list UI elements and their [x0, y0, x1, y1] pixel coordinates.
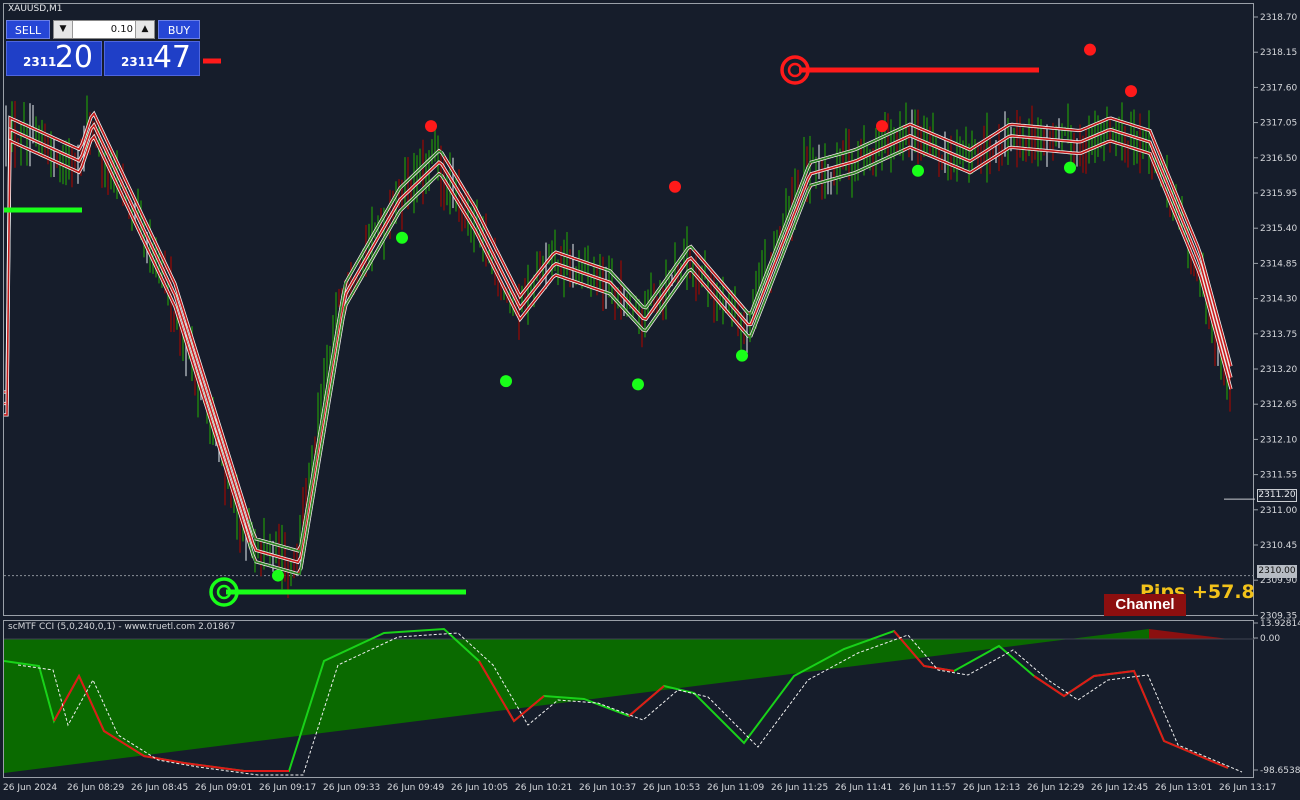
time-tick-label: 26 Jun 09:01 — [195, 783, 253, 793]
time-tick-label: 26 Jun 13:01 — [1155, 783, 1213, 793]
price-tick-label: 2310.45 — [1260, 541, 1297, 551]
time-tick-label: 26 Jun 10:05 — [451, 783, 509, 793]
ma-band-outline — [4, 133, 1233, 576]
time-tick-label: 26 Jun 11:09 — [707, 783, 765, 793]
buy-signal-dot — [632, 378, 644, 391]
time-tick-label: 26 Jun 09:17 — [259, 783, 317, 793]
price-tick-label: 2317.05 — [1260, 119, 1297, 129]
buy-price-pips: 47 — [152, 40, 191, 75]
time-tick-label: 26 Jun 12:45 — [1091, 783, 1149, 793]
time-tick-label: 26 Jun 10:53 — [643, 783, 701, 793]
buy-button[interactable]: BUY — [158, 20, 200, 39]
ma-band-line — [4, 135, 1232, 575]
ma-band-up — [248, 173, 445, 576]
sell-signal-dot — [876, 120, 888, 133]
buy-price-box[interactable]: 2311 47 — [104, 40, 200, 76]
buy-signal-dot — [272, 569, 284, 582]
price-tick-label: 2315.40 — [1260, 224, 1297, 234]
time-tick-label: 26 Jun 10:37 — [579, 783, 637, 793]
price-chart — [4, 43, 1255, 607]
buy-signal-dot — [500, 375, 512, 388]
time-tick-label: 26 Jun 11:57 — [899, 783, 957, 793]
cci-tick-label: -98.6538 — [1260, 766, 1300, 776]
buy-signal-dot — [912, 164, 924, 177]
cci-tick-label: 0.00 — [1260, 634, 1280, 644]
price-tick-label: 2315.95 — [1260, 189, 1297, 199]
time-tick-label: 26 Jun 11:41 — [835, 783, 893, 793]
lot-size-input[interactable]: ▼ 0.10 ▲ — [53, 20, 155, 39]
buy-price-prefix: 2311 — [121, 55, 155, 69]
cci-channel-fill-neg — [1149, 629, 1229, 639]
time-tick-label: 26 Jun 12:29 — [1027, 783, 1085, 793]
price-tick-label: 2314.85 — [1260, 259, 1297, 269]
price-tick-label: 2311.00 — [1260, 506, 1297, 516]
time-tick-label: 26 Jun 12:13 — [963, 783, 1021, 793]
ma-band-up — [743, 149, 904, 340]
sell-signal-dot — [669, 180, 681, 193]
level-price-label: 2310.00 — [1257, 565, 1297, 578]
time-tick-label: 26 Jun 10:21 — [515, 783, 573, 793]
price-tick-label: 2313.20 — [1260, 365, 1297, 375]
time-tick-label: 26 Jun 08:29 — [67, 783, 125, 793]
sell-signal-dot — [1125, 85, 1137, 98]
time-tick-label: 26 Jun 09:49 — [387, 783, 445, 793]
price-tick-label: 2317.60 — [1260, 83, 1297, 93]
price-tick-label: 2318.70 — [1260, 13, 1297, 23]
current-price-label: 2311.20 — [1257, 489, 1297, 502]
indicator-pane[interactable] — [3, 620, 1255, 778]
price-tick-label: 2313.75 — [1260, 330, 1297, 340]
time-tick-label: 26 Jun 11:25 — [771, 783, 829, 793]
price-tick-label: 2312.10 — [1260, 435, 1297, 445]
cci-indicator-chart — [3, 627, 1255, 776]
main-chart-pane[interactable] — [3, 3, 1255, 616]
cci-tick-label: 13.92814 — [1260, 619, 1300, 629]
price-axis: 2318.70 2318.15 2317.60 2317.05 2316.50 2315.… — [1254, 13, 1300, 776]
price-tick-label: 2318.15 — [1260, 48, 1297, 58]
sell-price-pips: 20 — [54, 40, 93, 75]
sell-button[interactable]: SELL — [6, 20, 50, 39]
time-tick-label: 26 Jun 09:33 — [323, 783, 381, 793]
lot-decrease-icon[interactable]: ▼ — [54, 21, 73, 38]
price-tick-label: 2311.55 — [1260, 471, 1297, 481]
time-tick-label: 26 Jun 08:45 — [131, 783, 189, 793]
indicator-title: scMTF CCI (5,0,240,0,1) - www.truetl.com… — [8, 622, 236, 632]
buy-signal-dot — [1064, 161, 1076, 174]
time-tick-label: 26 Jun 2024 — [3, 783, 58, 793]
buy-signal-dot — [736, 349, 748, 362]
sell-price-prefix: 2311 — [23, 55, 57, 69]
lot-size-value[interactable]: 0.10 — [72, 21, 136, 38]
buy-signal-dot — [396, 231, 408, 244]
price-tick-label: 2314.30 — [1260, 295, 1297, 305]
channel-button[interactable]: Channel — [1104, 594, 1186, 616]
cci-channel-fill — [4, 629, 1149, 773]
sell-signal-dot — [1084, 43, 1096, 56]
sell-signal-dot — [425, 120, 437, 133]
time-tick-label: 26 Jun 13:17 — [1219, 783, 1277, 793]
price-tick-label: 2316.50 — [1260, 154, 1297, 164]
symbol-title: XAUUSD,M1 — [8, 4, 63, 14]
sell-price-box[interactable]: 2311 20 — [6, 40, 102, 76]
price-tick-label: 2312.65 — [1260, 400, 1297, 410]
cci-line-down — [1033, 669, 1229, 769]
one-click-trading-panel: SELL ▼ 0.10 ▲ BUY 2311 20 2311 47 — [6, 20, 200, 76]
lot-increase-icon[interactable]: ▲ — [135, 21, 154, 38]
